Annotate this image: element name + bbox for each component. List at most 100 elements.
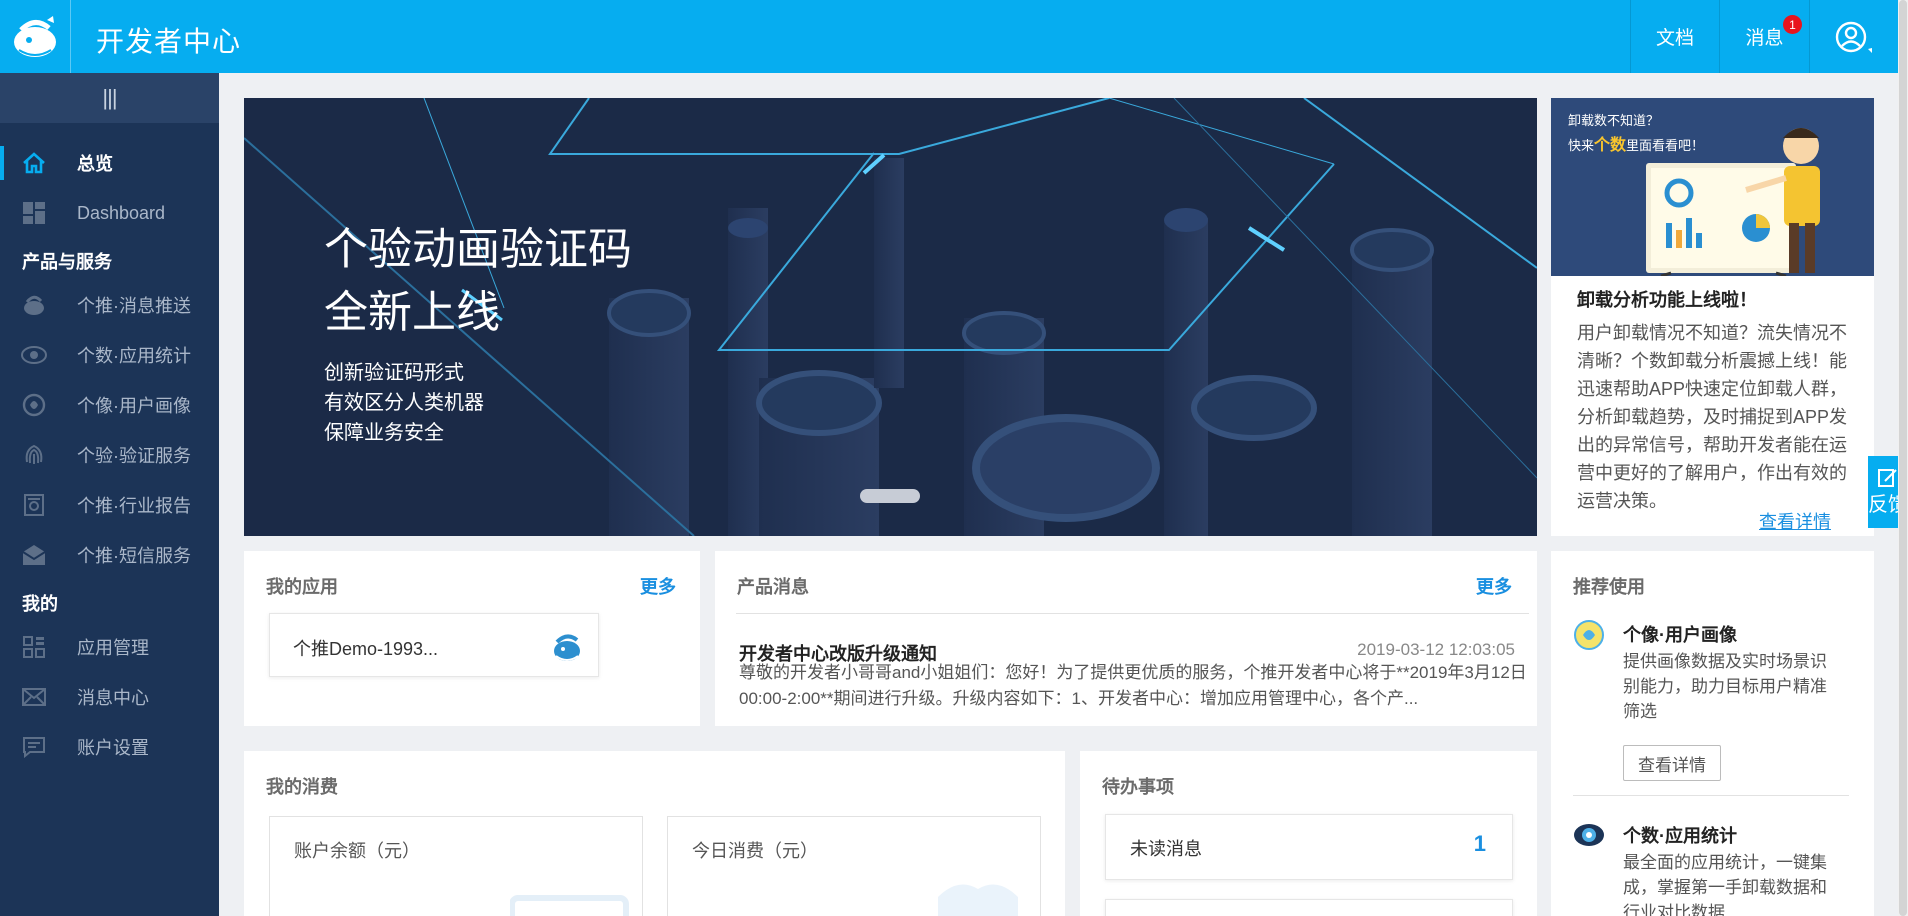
sidebar-item-label: 消息中心	[77, 688, 149, 708]
recommend-item-title: 个数·应用统计	[1623, 826, 1737, 846]
top-header: 开发者中心 文档 消息 1	[0, 0, 1898, 73]
product-messages-card: 产品消息 更多 开发者中心改版升级通知 2019-03-12 12:03:05 …	[715, 551, 1537, 726]
sidebar-item-label: 个推·消息推送	[77, 296, 191, 316]
messages-link[interactable]: 消息 1	[1719, 0, 1809, 73]
sidebar-item-verify[interactable]: 个验·验证服务	[0, 434, 219, 476]
edit-icon	[1878, 468, 1897, 487]
product-messages-more-link[interactable]: 更多	[1476, 573, 1512, 599]
header-divider	[70, 0, 71, 73]
sidebar-item-label: 个像·用户画像	[77, 396, 191, 416]
sidebar-group-mine: 我的	[22, 594, 58, 614]
banner-sub2: 有效区分人类机器	[324, 392, 484, 414]
presenter-illustration-icon	[1646, 128, 1820, 276]
promo-view-details-link[interactable]: 查看详情	[1759, 508, 1831, 534]
today-spend-label: 今日消费（元）	[692, 841, 818, 861]
promo-card: 卸载数不知道？ 快来个数里面看看吧！ 卸载分析功能上线啦！ 用户卸载情况不知道？…	[1551, 98, 1874, 536]
recommend-item-desc: 最全面的应用统计，一键集成，掌握第一手卸载数据和行业对比数据	[1623, 853, 1827, 916]
my-apps-more-link[interactable]: 更多	[640, 573, 676, 599]
divider	[736, 613, 1529, 614]
balance-box: 账户余额（元）	[269, 816, 643, 916]
my-apps-title: 我的应用	[266, 577, 338, 597]
logo[interactable]	[0, 0, 70, 73]
sidebar-item-message-center[interactable]: 消息中心	[0, 676, 219, 718]
carousel-indicator[interactable]	[860, 489, 920, 503]
push-icon	[20, 291, 48, 319]
sidebar-item-stats[interactable]: 个数·应用统计	[0, 334, 219, 376]
gift-icon	[938, 884, 1018, 916]
portrait-icon	[20, 391, 48, 419]
docs-link[interactable]: 文档	[1630, 0, 1719, 73]
sms-icon	[20, 541, 48, 569]
sidebar-item-label: 账户设置	[77, 738, 149, 758]
messages-label: 消息	[1745, 28, 1784, 49]
scrollbar-thumb[interactable]	[1899, 0, 1907, 916]
sidebar: ||| 总览 Dashboard 产品与服务 个推·消息推送 个数·应用统计 个…	[0, 73, 219, 916]
balance-label: 账户余额（元）	[294, 841, 420, 861]
promo-title: 卸载分析功能上线啦！	[1577, 290, 1757, 310]
home-icon	[20, 149, 48, 177]
user-avatar-icon	[1835, 21, 1872, 53]
sidebar-item-report[interactable]: 个推·行业报告	[0, 484, 219, 526]
sidebar-item-overview[interactable]: 总览	[0, 142, 219, 184]
sidebar-item-dashboard[interactable]: Dashboard	[0, 192, 219, 234]
sidebar-group-products: 产品与服务	[22, 252, 112, 272]
sidebar-item-label: 个推·行业报告	[77, 496, 191, 516]
product-messages-title: 产品消息	[737, 577, 809, 597]
sidebar-item-account-settings[interactable]: 账户设置	[0, 726, 219, 768]
todo-unread-label: 未读消息	[1130, 839, 1202, 859]
user-menu[interactable]	[1809, 0, 1898, 73]
sidebar-item-push[interactable]: 个推·消息推送	[0, 284, 219, 326]
mail-icon	[20, 683, 48, 711]
my-apps-card: 我的应用 更多 个推Demo-1993...	[244, 551, 700, 726]
recommend-item-desc: 提供画像数据及实时场景识别能力，助力目标用户精准筛选	[1623, 652, 1827, 721]
portrait-icon	[1574, 620, 1604, 650]
sidebar-item-sms[interactable]: 个推·短信服务	[0, 534, 219, 576]
settings-chat-icon	[20, 733, 48, 761]
banner-title-line1: 个验动画验证码	[324, 225, 632, 274]
sidebar-item-label: Dashboard	[77, 202, 166, 223]
app-tile[interactable]: 个推Demo-1993...	[269, 613, 599, 677]
app-grid-icon	[20, 633, 48, 661]
app-whale-icon	[554, 634, 580, 661]
todo-unread-row[interactable]: 未读消息 1	[1105, 814, 1513, 880]
recommend-item-portrait: 个像·用户画像 提供画像数据及实时场景识别能力，助力目标用户精准筛选 查看详情	[1573, 620, 1863, 791]
banner-sub3: 保障业务安全	[324, 422, 444, 444]
sidebar-item-app-management[interactable]: 应用管理	[0, 626, 219, 668]
brand-title: 开发者中心	[96, 26, 242, 57]
docs-label: 文档	[1655, 28, 1694, 49]
sidebar-item-label: 个推·短信服务	[77, 546, 191, 566]
todo-card: 待办事项 未读消息 1	[1080, 751, 1537, 916]
todo-row[interactable]	[1105, 899, 1513, 916]
sidebar-item-portrait[interactable]: 个像·用户画像	[0, 384, 219, 426]
messages-badge: 1	[1783, 15, 1802, 34]
recommend-title: 推荐使用	[1573, 577, 1645, 597]
sidebar-item-label: 个验·验证服务	[77, 446, 191, 466]
sidebar-item-label: 应用管理	[77, 638, 149, 658]
report-icon	[20, 491, 48, 519]
consumption-title: 我的消费	[266, 777, 338, 797]
recommend-item-stats: 个数·应用统计 最全面的应用统计，一键集成，掌握第一手卸载数据和行业对比数据	[1573, 822, 1863, 916]
recommend-card: 推荐使用 个像·用户画像 提供画像数据及实时场景识别能力，助力目标用户精准筛选 …	[1551, 551, 1874, 916]
promo-text: 用户卸载情况不知道？流失情况不清晰？个数卸载分析震撼上线！能迅速帮助APP快速定…	[1577, 323, 1848, 511]
message-body: 尊敬的开发者小哥哥and小姐姐们：您好！为了提供更优质的服务，个推开发者中心将于…	[739, 663, 1527, 708]
eye-icon	[1574, 824, 1604, 846]
consumption-card: 我的消费 账户余额（元） 今日消费（元）	[244, 751, 1065, 916]
whale-logo-icon	[14, 15, 56, 57]
promo-illustration: 卸载数不知道？ 快来个数里面看看吧！	[1551, 98, 1874, 276]
dashboard-icon	[20, 199, 48, 227]
recommend-item-title: 个像·用户画像	[1623, 625, 1737, 645]
view-details-button[interactable]: 查看详情	[1623, 745, 1721, 781]
today-spend-box: 今日消费（元）	[667, 816, 1041, 916]
divider	[1573, 795, 1849, 796]
banner-sub1: 创新验证码形式	[324, 362, 464, 384]
hero-banner[interactable]: 个验动画验证码 全新上线 创新验证码形式 有效区分人类机器 保障业务安全	[244, 98, 1537, 536]
app-name: 个推Demo-1993...	[293, 639, 439, 659]
sidebar-toggle-icon[interactable]: |||	[0, 73, 219, 123]
sidebar-item-label: 个数·应用统计	[77, 346, 191, 366]
todo-title: 待办事项	[1102, 777, 1174, 797]
fingerprint-icon	[20, 441, 48, 469]
banner-title-line2: 全新上线	[324, 288, 500, 337]
sidebar-item-label: 总览	[77, 154, 113, 174]
todo-unread-count: 1	[1473, 831, 1486, 856]
eye-icon	[20, 341, 48, 369]
